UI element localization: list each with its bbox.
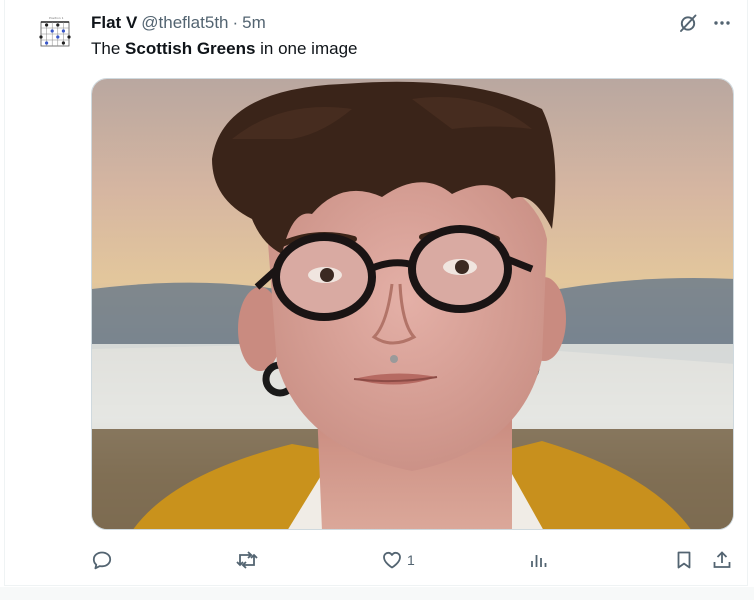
views-button[interactable] — [528, 547, 554, 573]
timestamp[interactable]: 5m — [242, 13, 266, 33]
avatar[interactable]: Position 1 — [35, 14, 75, 54]
avatar-chart-title: Position 1 — [49, 16, 64, 20]
display-name[interactable]: Flat V — [91, 13, 137, 33]
tweet-text-after: in one image — [255, 39, 358, 58]
tweet-text-bold: Scottish Greens — [125, 39, 256, 58]
guitar-chord-chart-icon: Position 1 — [39, 16, 71, 47]
reply-button[interactable] — [91, 547, 117, 573]
repost-icon — [235, 549, 259, 571]
reply-icon — [91, 549, 113, 571]
grok-icon[interactable] — [677, 12, 699, 34]
tweet-text-before: The — [91, 39, 126, 58]
portrait-photo — [92, 79, 733, 529]
tweet-text: The Scottish Greens in one image — [91, 38, 357, 60]
analytics-icon — [528, 549, 550, 571]
share-button[interactable] — [711, 547, 733, 573]
user-handle[interactable]: @theflat5th — [141, 13, 228, 33]
repost-button[interactable] — [235, 547, 263, 573]
feed-divider — [0, 587, 754, 600]
share-icon — [711, 549, 733, 571]
tweet-card[interactable]: Position 1 Flat V @theflat5th · 5m The S… — [4, 0, 748, 586]
bookmark-button[interactable] — [673, 547, 695, 573]
more-options-icon[interactable] — [711, 12, 733, 34]
separator-dot: · — [232, 13, 239, 32]
tweet-header: Flat V @theflat5th · 5m — [91, 12, 266, 34]
tweet-actions: 1 — [91, 547, 739, 573]
heart-icon — [381, 549, 403, 571]
like-count: 1 — [407, 552, 415, 568]
like-button[interactable]: 1 — [381, 547, 415, 573]
bookmark-icon — [673, 549, 695, 571]
tweet-image[interactable] — [91, 78, 734, 530]
